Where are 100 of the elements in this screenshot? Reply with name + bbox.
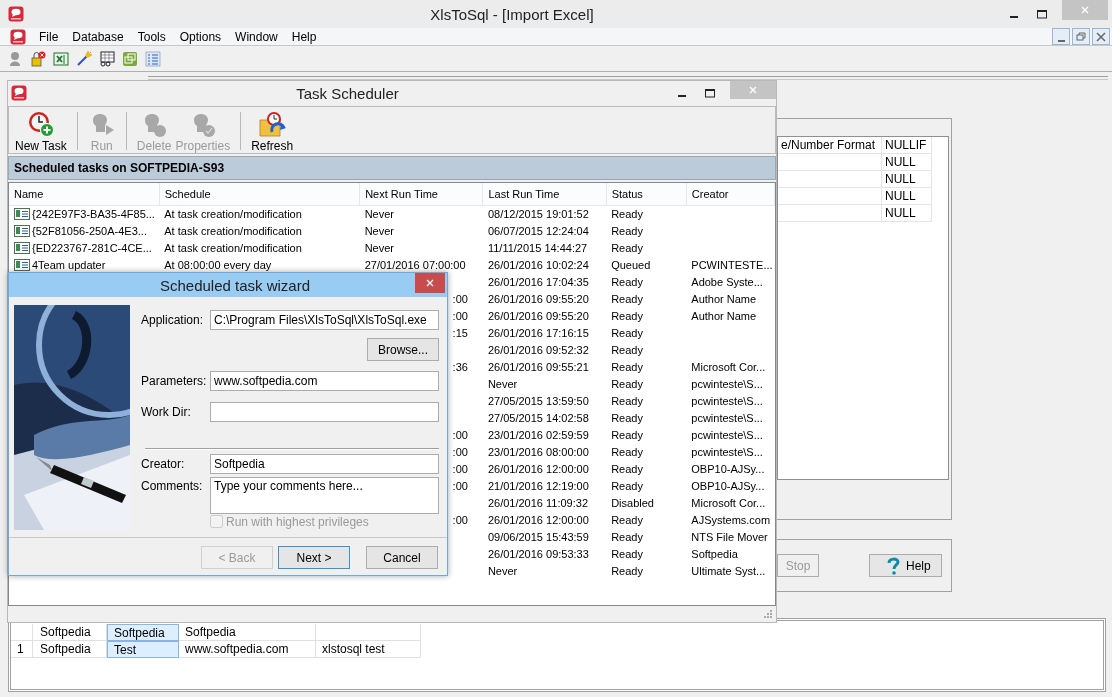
table-cell: NULL xyxy=(882,154,932,171)
app-icon xyxy=(8,6,24,22)
table-cell-text: 09/06/2015 15:43:59 xyxy=(486,529,590,545)
person-icon xyxy=(7,50,23,67)
table-cell: 08/12/2015 19:01:52 xyxy=(482,205,607,223)
table-cell-text: pcwinteste\S... xyxy=(690,410,764,426)
table-cell-text: Ready xyxy=(610,444,644,460)
minimize-icon xyxy=(1057,39,1065,42)
table-cell: {52F81056-250A-4E3... xyxy=(32,223,147,239)
task-icon xyxy=(14,224,30,238)
table-cell: Never xyxy=(359,205,483,223)
table-cell-text: :15 xyxy=(451,325,469,341)
table-cell-text: At task creation/modification xyxy=(163,223,303,239)
menu-item[interactable]: Database xyxy=(65,27,131,46)
table-cell: {242E97F3-BA35-4F85... xyxy=(32,206,155,222)
table-cell-text: Never xyxy=(363,240,395,256)
table-cell-text: Ready xyxy=(610,274,644,290)
table-cell-text: Ready xyxy=(610,427,644,443)
table-cell-text: 26/01/2016 09:52:32 xyxy=(486,342,590,358)
field-label: Creator: xyxy=(141,457,186,471)
table-cell-text: Never xyxy=(486,376,519,392)
table-cell[interactable] xyxy=(316,624,421,641)
table-cell-text: At task creation/modification xyxy=(163,240,303,256)
menu-item[interactable]: Options xyxy=(172,27,229,46)
input-field[interactable]: Softpedia xyxy=(210,454,439,474)
checkbox-label: Run with highest privileges xyxy=(226,514,369,529)
input-field[interactable]: Type your comments here... xyxy=(210,477,439,514)
menu-item[interactable]: Window xyxy=(228,27,285,46)
field-label: Parameters: xyxy=(141,374,208,388)
table-cell[interactable]: Test xyxy=(107,641,179,658)
table-cell-text: 27/05/2015 13:59:50 xyxy=(486,393,590,409)
toolbar-button[interactable]: Refresh xyxy=(249,110,296,153)
mdi-close-button[interactable] xyxy=(1092,28,1110,45)
minimize-icon xyxy=(678,95,686,97)
table-cell-text: Ready xyxy=(610,563,644,579)
column-header[interactable]: NULLIF xyxy=(882,137,932,154)
table-cell-text: Never xyxy=(486,563,519,579)
menu-item[interactable]: Help xyxy=(284,27,324,46)
table-cell-text: 26/01/2016 09:55:20 xyxy=(486,308,590,324)
input-field[interactable]: www.softpedia.com xyxy=(210,371,439,391)
field-label: Comments: xyxy=(141,478,204,493)
menu-item[interactable]: Tools xyxy=(130,27,173,46)
table-cell-text: 26/01/2016 09:53:33 xyxy=(486,546,590,562)
table-cell-text: Author Name xyxy=(690,291,758,307)
table-cell-text: Disabled xyxy=(610,495,655,511)
table-cell-text: Ready xyxy=(610,308,644,324)
table-cell-text: Author Name xyxy=(690,308,758,324)
toolbar-button[interactable] xyxy=(98,49,116,68)
input-field[interactable] xyxy=(210,402,439,422)
table-cell-text: :00 xyxy=(451,461,469,477)
window-title: XlsToSql - [Import Excel] xyxy=(429,5,595,23)
table-cell-text: Ready xyxy=(610,478,644,494)
column-header[interactable]: Schedule xyxy=(159,183,360,205)
table-cell-text: Ready xyxy=(610,461,644,477)
menu-item[interactable]: File xyxy=(32,27,66,46)
column-header[interactable]: Last Run Time xyxy=(482,183,607,205)
table-cell[interactable]: www.softpedia.com xyxy=(179,641,316,658)
table-cell-text: Microsoft Cor... xyxy=(690,495,767,511)
table-cell-text: :00 xyxy=(451,444,469,460)
browse-button[interactable]: Browse... xyxy=(367,338,439,361)
empty-cell xyxy=(11,624,33,641)
minimize-icon xyxy=(1010,16,1018,18)
table-cell-text: 26/01/2016 10:02:24 xyxy=(486,257,590,273)
table-cell[interactable]: Softpedia xyxy=(179,624,316,641)
column-header[interactable]: Creator xyxy=(686,183,775,205)
table-cell-text: Ready xyxy=(610,240,644,256)
windows-icon xyxy=(122,50,138,67)
column-header[interactable]: Status xyxy=(606,183,687,205)
column-header[interactable]: e/Number Format xyxy=(778,137,882,154)
maximize-icon xyxy=(705,88,715,98)
mdi-minimize-button[interactable] xyxy=(1052,28,1070,45)
table-cell-text: OBP10-AJSy... xyxy=(690,461,766,477)
close-button[interactable] xyxy=(415,273,445,293)
help-button[interactable]: Help xyxy=(869,554,942,577)
table-cell-text: Ready xyxy=(610,410,644,426)
table-cell-text: Ready xyxy=(610,393,644,409)
dialog-button[interactable]: Cancel xyxy=(366,546,438,569)
wand-icon xyxy=(76,50,92,67)
folder-clock-icon xyxy=(258,110,287,138)
table-cell-text: Queued xyxy=(610,257,652,273)
table-cell-text: Ready xyxy=(610,512,644,528)
mdi-restore-button[interactable] xyxy=(1072,28,1090,45)
spreadsheet-icon xyxy=(53,50,69,67)
column-header[interactable]: Name xyxy=(9,183,160,205)
close-icon xyxy=(1096,31,1106,42)
table-cell[interactable]: Softpedia xyxy=(107,624,179,641)
table-cell[interactable]: xlstosql test xyxy=(316,641,421,658)
column-header[interactable]: Next Run Time xyxy=(359,183,483,205)
input-field[interactable]: C:\Program Files\XlsToSql\XlsToSql.exe xyxy=(210,310,439,330)
app-icon xyxy=(11,85,27,101)
row-header: 1 xyxy=(11,641,33,658)
table-cell-text: 27/05/2015 14:02:58 xyxy=(486,410,590,426)
toolbar-button[interactable] xyxy=(29,49,47,68)
table-cell-text: Ultimate Syst... xyxy=(690,563,767,579)
toolbar-button[interactable] xyxy=(75,49,93,68)
toolbar-button[interactable] xyxy=(52,49,70,68)
dialog-button[interactable]: Next > xyxy=(278,546,350,569)
task-icon xyxy=(14,258,30,272)
lock-icon xyxy=(30,50,46,67)
toolbar-button[interactable]: New Task xyxy=(13,110,69,153)
